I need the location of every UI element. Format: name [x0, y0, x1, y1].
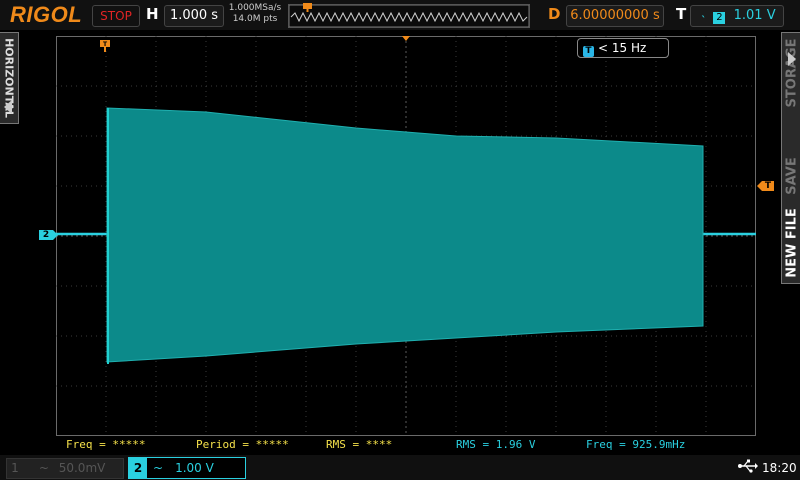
delay-value[interactable]: 6.00000000 s	[566, 5, 664, 27]
trigger-label: T	[676, 5, 687, 23]
memory-trigger-marker-icon	[303, 3, 312, 12]
clock: 18:20	[762, 461, 797, 475]
ch2-coupling-icon: ~	[153, 461, 164, 475]
save-menu-label: SAVE	[784, 157, 799, 195]
measurement-rms-2: RMS = 1.96 V	[456, 438, 536, 451]
trigger-settings[interactable]: ˴ 2 1.01 V	[690, 5, 784, 27]
trigger-frequency-text: < 15 Hz	[598, 41, 647, 55]
measurement-rms-1: RMS = ****	[326, 438, 393, 451]
new-file-menu-label: NEW FILE	[784, 208, 799, 278]
trigger-position-marker-icon: T	[100, 40, 110, 52]
timebase-value[interactable]: 1.000 s	[164, 5, 224, 27]
memory-overview-bar[interactable]	[288, 3, 530, 28]
measurement-freq-2: Freq = 925.9mHz	[586, 438, 686, 451]
rising-edge-icon: ˴	[701, 8, 706, 23]
waveform-grid[interactable]	[56, 36, 756, 436]
sample-rate: 1.000MSa/s	[228, 3, 282, 13]
ch2-scale: 1.00 V	[175, 461, 214, 475]
memory-depth: 14.0M pts	[232, 14, 278, 24]
expand-arrow-icon[interactable]	[786, 52, 798, 66]
ch1-coupling-icon: ~	[38, 461, 49, 475]
delay-label: D	[548, 5, 561, 23]
brand-logo: RIGOL	[10, 2, 83, 27]
trigger-level: 1.01 V	[733, 8, 776, 23]
ch1-settings[interactable]: 1 ~ 50.0mV	[6, 458, 124, 479]
measurement-period: Period = *****	[196, 438, 289, 451]
ch2-offset-marker[interactable]: 2	[39, 230, 58, 240]
trigger-icon: T	[583, 46, 594, 57]
storage-menu-label: STORAGE	[784, 38, 799, 108]
storage-menu-tab[interactable]: STORAGE SAVE NEW FILE	[781, 32, 800, 284]
ch2-number: 2	[129, 458, 147, 478]
ch1-number: 1	[11, 461, 19, 475]
ch2-settings[interactable]: 2 ~1.00 V	[128, 457, 246, 479]
run-stop-indicator[interactable]: STOP	[92, 5, 140, 27]
measurement-freq-1: Freq = *****	[66, 438, 146, 451]
usb-icon	[738, 459, 758, 473]
horizontal-label: H	[146, 5, 159, 23]
trigger-frequency-display: T < 15 Hz	[577, 38, 669, 58]
memory-waveform-overview	[289, 5, 529, 27]
collapse-arrow-icon[interactable]	[2, 100, 14, 114]
trigger-source: 2	[713, 12, 726, 24]
ch2-trace	[56, 107, 756, 364]
ch1-scale: 50.0mV	[58, 461, 106, 475]
acquisition-info: 1.000MSa/s 14.0M pts	[228, 3, 282, 25]
top-status-bar: RIGOL STOP H 1.000 s 1.000MSa/s 14.0M pt…	[0, 0, 800, 30]
trigger-level-marker[interactable]: T	[757, 181, 774, 191]
